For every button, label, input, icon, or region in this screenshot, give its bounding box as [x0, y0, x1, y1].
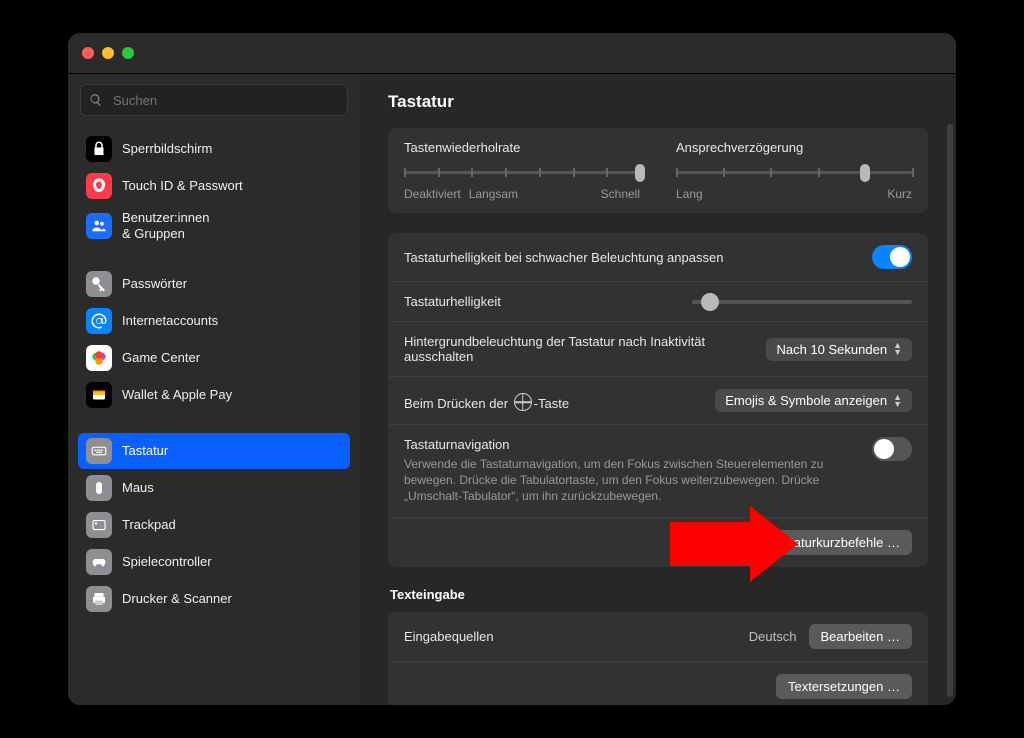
- text-input-heading: Texteingabe: [388, 587, 928, 612]
- sidebar-item-icon: [86, 271, 112, 297]
- backlight-off-select[interactable]: Nach 10 Sekunden ▲▼: [766, 338, 912, 361]
- globe-icon: [514, 393, 532, 411]
- keyboard-nav-toggle[interactable]: [872, 437, 912, 461]
- input-sources-value: Deutsch: [749, 629, 797, 644]
- key-repeat-min: Deaktiviert: [404, 187, 461, 201]
- key-repeat-mid: Langsam: [469, 187, 518, 201]
- sidebar-item-icon: [86, 586, 112, 612]
- sidebar-item-icon: [86, 213, 112, 239]
- backlight-auto-toggle[interactable]: [872, 245, 912, 269]
- backlight-auto-label: Tastaturhelligkeit bei schwacher Beleuch…: [404, 250, 858, 265]
- sidebar-item[interactable]: Benutzer:innen & Gruppen: [78, 205, 350, 246]
- sidebar-item-icon: [86, 345, 112, 371]
- search-icon: [89, 93, 103, 107]
- search-field[interactable]: [80, 84, 348, 116]
- globe-key-value: Emojis & Symbole anzeigen: [725, 393, 887, 408]
- keyboard-nav-desc: Verwende die Tastaturnavigation, um den …: [404, 456, 858, 505]
- sidebar-item[interactable]: Internetaccounts: [78, 303, 350, 339]
- key-repeat-slider[interactable]: Tastenwiederholrate Deaktiviert Langsam …: [404, 140, 640, 201]
- fullscreen-icon[interactable]: [122, 47, 134, 59]
- delay-min: Lang: [676, 187, 703, 201]
- input-sources-edit-button[interactable]: Bearbeiten …: [809, 624, 913, 649]
- chevron-updown-icon: ▲▼: [893, 342, 902, 356]
- sidebar-item[interactable]: Tastatur: [78, 433, 350, 469]
- sidebar-item-label: Benutzer:innen & Gruppen: [122, 210, 342, 241]
- sidebar-item[interactable]: Spielecontroller: [78, 544, 350, 580]
- input-sources-label: Eingabequellen: [404, 629, 735, 644]
- sidebar-item-label: Internetaccounts: [122, 313, 342, 329]
- key-repeat-label: Tastenwiederholrate: [404, 140, 640, 155]
- keyboard-nav-label: Tastaturnavigation: [404, 437, 858, 452]
- delay-label: Ansprechverzögerung: [676, 140, 912, 155]
- search-input[interactable]: [111, 92, 339, 109]
- keyboard-settings-panel: Tastaturhelligkeit bei schwacher Beleuch…: [388, 233, 928, 567]
- sidebar-item-icon: [86, 136, 112, 162]
- brightness-label: Tastaturhelligkeit: [404, 294, 678, 309]
- delay-slider[interactable]: Ansprechverzögerung Lang Kurz: [676, 140, 912, 201]
- sidebar: Sperrbildschirm Touch ID & Passwort Benutz…: [68, 74, 360, 705]
- minimize-icon[interactable]: [102, 47, 114, 59]
- sidebar-item-label: Game Center: [122, 350, 342, 366]
- scrollbar[interactable]: [947, 124, 953, 697]
- page-title: Tastatur: [388, 74, 928, 128]
- sidebar-item[interactable]: Sperrbildschirm: [78, 131, 350, 167]
- sidebar-item-label: Drucker & Scanner: [122, 591, 342, 607]
- sidebar-item-label: Maus: [122, 480, 342, 496]
- sidebar-item[interactable]: Passwörter: [78, 266, 350, 302]
- sidebar-item[interactable]: Trackpad: [78, 507, 350, 543]
- sidebar-item[interactable]: Game Center: [78, 340, 350, 376]
- titlebar: [68, 33, 956, 74]
- sidebar-item-icon: [86, 475, 112, 501]
- sidebar-item-label: Trackpad: [122, 517, 342, 533]
- backlight-off-value: Nach 10 Sekunden: [776, 342, 887, 357]
- backlight-off-label: Hintergrundbeleuchtung der Tastatur nach…: [404, 334, 752, 364]
- brightness-slider[interactable]: [692, 300, 912, 304]
- keyboard-shortcuts-button[interactable]: Tastaturkurzbefehle …: [758, 530, 912, 555]
- key-repeat-panel: Tastenwiederholrate Deaktiviert Langsam …: [388, 128, 928, 213]
- sidebar-item-icon: [86, 308, 112, 334]
- close-icon[interactable]: [82, 47, 94, 59]
- sidebar-item-label: Sperrbildschirm: [122, 141, 342, 157]
- sidebar-item-icon: [86, 438, 112, 464]
- sidebar-item[interactable]: Maus: [78, 470, 350, 506]
- chevron-updown-icon: ▲▼: [893, 394, 902, 408]
- key-repeat-max: Schnell: [601, 187, 640, 201]
- sidebar-item-label: Touch ID & Passwort: [122, 178, 342, 194]
- sidebar-item-icon: [86, 512, 112, 538]
- globe-key-select[interactable]: Emojis & Symbole anzeigen ▲▼: [715, 389, 912, 412]
- sidebar-item-icon: [86, 173, 112, 199]
- sidebar-item-label: Wallet & Apple Pay: [122, 387, 342, 403]
- sidebar-item[interactable]: Touch ID & Passwort: [78, 168, 350, 204]
- main-pane: Tastatur Tastenwiederholrate Deaktiviert: [360, 74, 956, 705]
- sidebar-item-label: Spielecontroller: [122, 554, 342, 570]
- window-controls: [82, 47, 134, 59]
- delay-max: Kurz: [887, 187, 912, 201]
- text-input-panel: Eingabequellen Deutsch Bearbeiten … Text…: [388, 612, 928, 705]
- sidebar-item[interactable]: Drucker & Scanner: [78, 581, 350, 617]
- text-replacements-button[interactable]: Textersetzungen …: [776, 674, 912, 699]
- sidebar-item-label: Passwörter: [122, 276, 342, 292]
- sidebar-list: Sperrbildschirm Touch ID & Passwort Benutz…: [78, 130, 350, 695]
- sidebar-item-label: Tastatur: [122, 443, 342, 459]
- sidebar-item-icon: [86, 549, 112, 575]
- settings-window: Sperrbildschirm Touch ID & Passwort Benutz…: [68, 33, 956, 705]
- globe-key-label: Beim Drücken der -Taste: [404, 390, 701, 411]
- sidebar-item[interactable]: Wallet & Apple Pay: [78, 377, 350, 413]
- sidebar-item-icon: [86, 382, 112, 408]
